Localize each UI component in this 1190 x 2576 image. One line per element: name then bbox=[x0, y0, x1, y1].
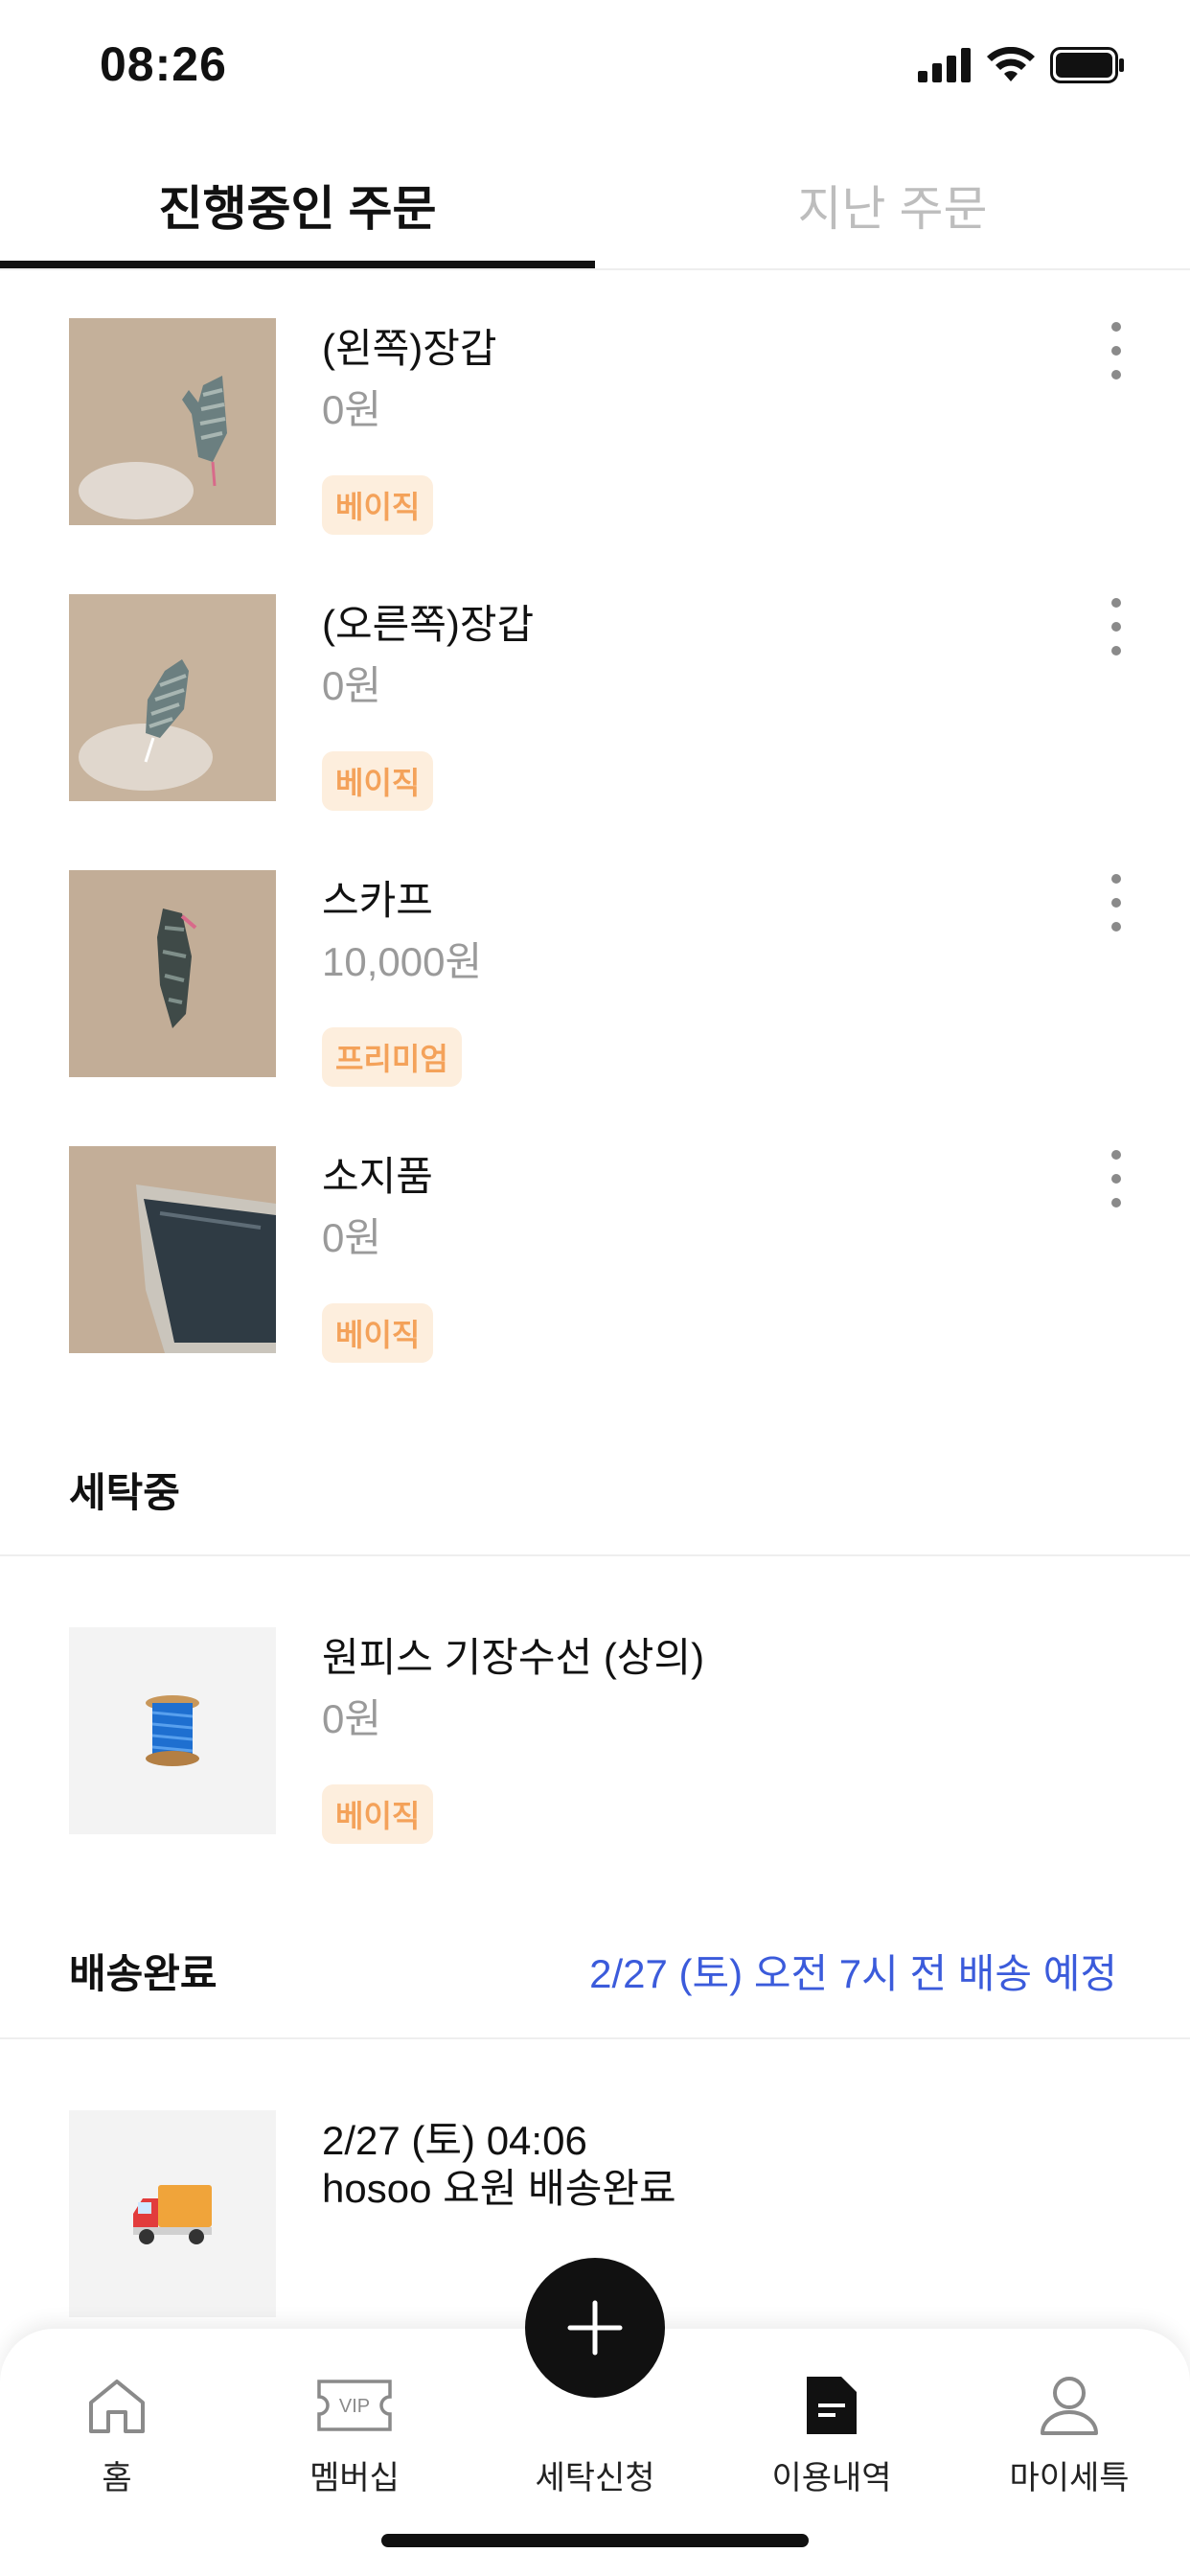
order-item[interactable]: (오른쪽)장갑 0원 베이직 bbox=[0, 594, 1190, 815]
pouch-photo bbox=[69, 1146, 276, 1353]
order-item[interactable]: 소지품 0원 베이직 bbox=[0, 1146, 1190, 1367]
service-badge: 프리미엄 bbox=[322, 1027, 462, 1087]
item-thumbnail bbox=[69, 1146, 276, 1353]
nav-membership[interactable]: VIP 멤버십 bbox=[259, 2367, 450, 2498]
service-badge: 베이직 bbox=[322, 475, 434, 535]
order-item[interactable]: (왼쪽)장갑 0원 베이직 bbox=[0, 318, 1190, 539]
item-name: 소지품 bbox=[322, 1154, 433, 1199]
item-price: 0원 bbox=[322, 1696, 381, 1741]
order-tabs: 진행중인 주문 지난 주문 bbox=[0, 144, 1190, 270]
svg-text:VIP: VIP bbox=[339, 2396, 370, 2417]
plus-icon bbox=[567, 2300, 623, 2356]
section-title-washing: 세탁중 bbox=[69, 1470, 180, 1515]
delivery-truck-icon bbox=[133, 2185, 212, 2244]
home-icon bbox=[89, 2380, 145, 2433]
nav-history[interactable]: 이용내역 bbox=[736, 2367, 927, 2498]
scarf-photo bbox=[69, 870, 276, 1077]
document-icon bbox=[807, 2377, 857, 2434]
item-price: 10,000원 bbox=[322, 939, 483, 984]
more-options-icon[interactable] bbox=[1102, 874, 1131, 932]
nav-label: 이용내역 bbox=[771, 2460, 892, 2496]
item-thumbnail bbox=[69, 318, 276, 525]
item-thumbnail bbox=[69, 1627, 276, 1834]
home-indicator bbox=[381, 2534, 809, 2547]
nav-label: 세탁신청 bbox=[535, 2460, 655, 2496]
thread-spool-icon bbox=[146, 1695, 199, 1766]
glove-left-photo bbox=[69, 318, 276, 525]
tab-past-orders[interactable]: 지난 주문 bbox=[595, 144, 1190, 266]
item-name: 스카프 bbox=[322, 878, 433, 923]
status-bar: 08:26 bbox=[0, 0, 1190, 125]
delivery-eta: 2/27 (토) 오전 7시 전 배송 예정 bbox=[589, 1951, 1117, 1996]
item-thumbnail bbox=[69, 2110, 276, 2317]
add-wash-request-button[interactable] bbox=[525, 2258, 665, 2398]
item-thumbnail bbox=[69, 594, 276, 801]
item-price: 0원 bbox=[322, 387, 381, 432]
more-options-icon[interactable] bbox=[1102, 1150, 1131, 1208]
section-divider bbox=[0, 1554, 1190, 1556]
order-item[interactable]: 스카프 10,000원 프리미엄 bbox=[0, 870, 1190, 1091]
tab-active-orders[interactable]: 진행중인 주문 bbox=[0, 144, 595, 266]
status-time: 08:26 bbox=[100, 37, 227, 91]
nav-my-page[interactable]: 마이세특 bbox=[973, 2367, 1165, 2498]
vip-ticket-icon: VIP bbox=[317, 2380, 392, 2431]
service-badge: 베이직 bbox=[322, 1303, 434, 1363]
service-badge: 베이직 bbox=[322, 751, 434, 811]
item-name: (왼쪽)장갑 bbox=[322, 326, 497, 371]
item-name: 원피스 기장수선 (상의) bbox=[322, 1635, 705, 1680]
battery-icon bbox=[1050, 47, 1124, 83]
more-options-icon[interactable] bbox=[1102, 322, 1131, 380]
nav-label: 멤버십 bbox=[309, 2460, 400, 2496]
item-price: 0원 bbox=[322, 1215, 381, 1260]
delivery-status: hosoo 요원 배송완료 bbox=[322, 2166, 676, 2211]
nav-home[interactable]: 홈 bbox=[21, 2367, 213, 2498]
more-options-icon[interactable] bbox=[1102, 598, 1131, 656]
nav-label: 마이세특 bbox=[1009, 2460, 1130, 2496]
order-item[interactable]: 원피스 기장수선 (상의) 0원 베이직 bbox=[0, 1627, 1190, 1848]
item-name: (오른쪽)장갑 bbox=[322, 602, 535, 647]
service-badge: 베이직 bbox=[322, 1784, 434, 1844]
active-tab-indicator bbox=[0, 261, 595, 268]
wifi-icon bbox=[987, 47, 1035, 81]
section-title-delivered: 배송완료 bbox=[69, 1951, 217, 1996]
signal-icon bbox=[918, 48, 971, 82]
item-price: 0원 bbox=[322, 663, 381, 708]
person-icon bbox=[1041, 2377, 1098, 2435]
nav-label: 홈 bbox=[102, 2460, 132, 2496]
status-icons bbox=[918, 46, 1125, 84]
item-thumbnail bbox=[69, 870, 276, 1077]
section-divider bbox=[0, 2037, 1190, 2039]
glove-right-photo bbox=[69, 594, 276, 801]
